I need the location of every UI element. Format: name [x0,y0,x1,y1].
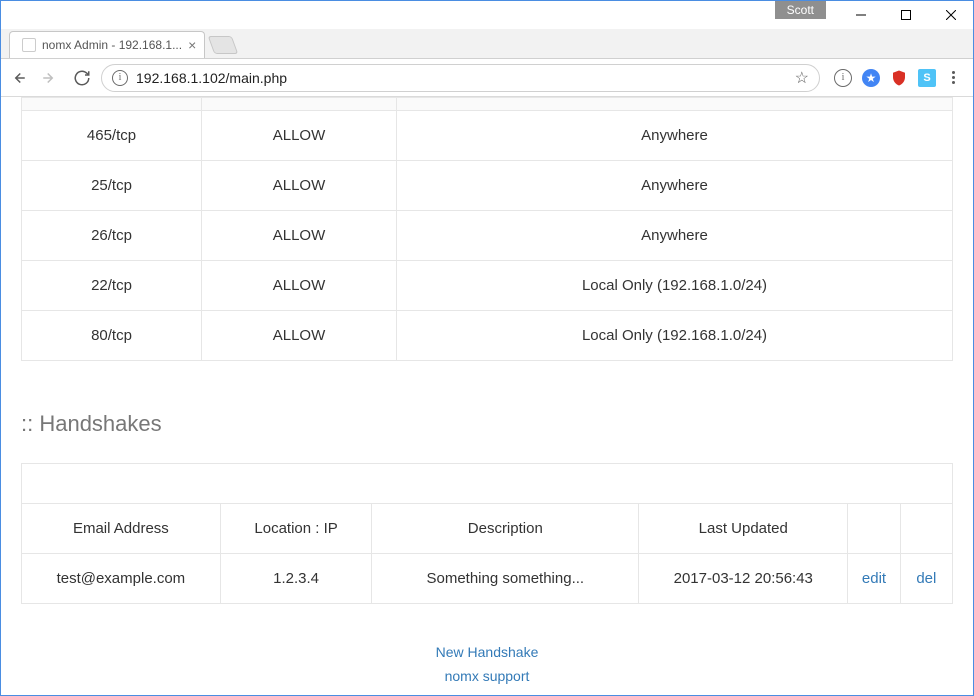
fw-from: Anywhere [397,211,953,261]
table-row: test@example.com 1.2.3.4 Something somet… [22,554,953,604]
forward-button[interactable] [41,69,59,87]
fw-port: 26/tcp [22,211,202,261]
fw-action: ALLOW [202,261,397,311]
extension-shield-icon[interactable] [890,69,908,87]
hs-email: test@example.com [22,554,221,604]
page-viewport[interactable]: 465/tcp ALLOW Anywhere 25/tcp ALLOW Anyw… [1,97,973,695]
maximize-button[interactable] [883,1,928,29]
new-tab-button[interactable] [208,36,239,54]
handshakes-heading: :: Handshakes [21,411,953,437]
edit-link[interactable]: edit [862,570,886,587]
new-handshake-link[interactable]: New Handshake [21,644,953,660]
url-text: 192.168.1.102/main.php [136,70,787,86]
chrome-menu-button[interactable] [946,71,961,84]
user-badge: Scott [775,1,826,19]
fw-port: 22/tcp [22,261,202,311]
fw-from: Local Only (192.168.1.0/24) [397,261,953,311]
firewall-table: 465/tcp ALLOW Anywhere 25/tcp ALLOW Anyw… [21,97,953,361]
fw-action: ALLOW [202,311,397,361]
th-desc: Description [372,504,639,554]
window-titlebar: Scott [1,1,973,29]
back-button[interactable] [9,69,27,87]
tab-strip: nomx Admin - 192.168.1... × [1,29,973,59]
favicon-icon [22,38,36,52]
page-content: 465/tcp ALLOW Anywhere 25/tcp ALLOW Anyw… [1,97,973,695]
fw-port: 80/tcp [22,311,202,361]
delete-link[interactable]: del [916,570,936,587]
fw-action: ALLOW [202,211,397,261]
extension-star-icon[interactable]: ★ [862,69,880,87]
th-ip: Location : IP [220,504,372,554]
close-button[interactable] [928,1,973,29]
table-row: 26/tcp ALLOW Anywhere [22,211,953,261]
toolbar-extensions: i ★ S [830,69,965,87]
fw-from: Anywhere [397,111,953,161]
fw-action: ALLOW [202,161,397,211]
th-email: Email Address [22,504,221,554]
tab-close-icon[interactable]: × [188,37,196,53]
bottom-links: New Handshake nomx support [21,644,953,684]
reload-button[interactable] [73,69,91,87]
site-info-icon[interactable]: i [112,70,128,86]
fw-port: 465/tcp [22,111,202,161]
fw-action: ALLOW [202,111,397,161]
tab-title: nomx Admin - 192.168.1... [42,38,182,52]
hs-ip: 1.2.3.4 [220,554,372,604]
fw-port: 25/tcp [22,161,202,211]
handshakes-table: Email Address Location : IP Description … [21,463,953,604]
browser-toolbar: i 192.168.1.102/main.php ☆ i ★ S [1,59,973,97]
window-controls [838,1,973,29]
fw-from: Anywhere [397,161,953,211]
hs-updated: 2017-03-12 20:56:43 [639,554,848,604]
table-row: 22/tcp ALLOW Local Only (192.168.1.0/24) [22,261,953,311]
hs-desc: Something something... [372,554,639,604]
table-header-row: Email Address Location : IP Description … [22,504,953,554]
address-bar[interactable]: i 192.168.1.102/main.php ☆ [101,64,820,92]
table-row: 80/tcp ALLOW Local Only (192.168.1.0/24) [22,311,953,361]
browser-window: Scott nomx Admin - 192.168.1... × [0,0,974,696]
support-link[interactable]: nomx support [21,668,953,684]
extension-info-icon[interactable]: i [834,69,852,87]
minimize-button[interactable] [838,1,883,29]
browser-tab[interactable]: nomx Admin - 192.168.1... × [9,31,205,58]
fw-from: Local Only (192.168.1.0/24) [397,311,953,361]
bookmark-star-icon[interactable]: ☆ [795,68,809,88]
table-row: 465/tcp ALLOW Anywhere [22,111,953,161]
table-row: 25/tcp ALLOW Anywhere [22,161,953,211]
extension-s-icon[interactable]: S [918,69,936,87]
th-updated: Last Updated [639,504,848,554]
nav-arrows [9,69,91,87]
